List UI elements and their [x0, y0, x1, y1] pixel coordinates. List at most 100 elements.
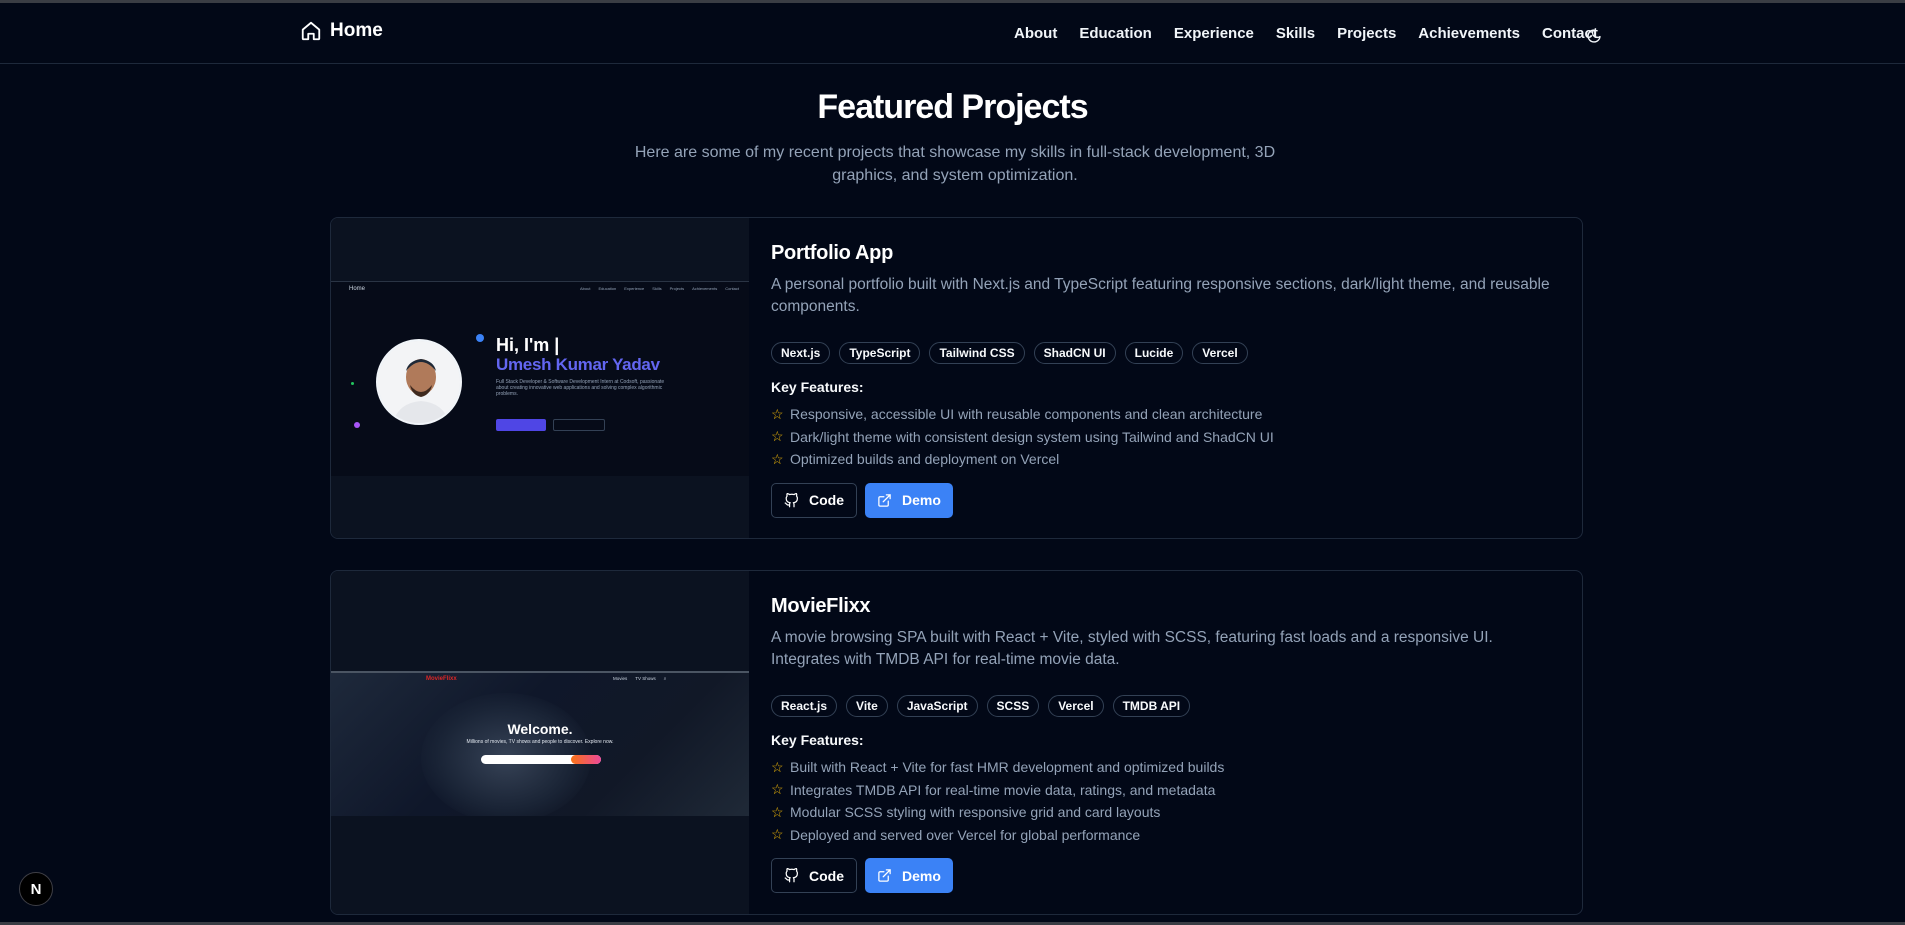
tech-tag: Vercel — [1192, 342, 1248, 364]
preview-logo: MovieFlixx — [426, 676, 457, 682]
demo-button[interactable]: Demo — [865, 482, 953, 518]
decor-dot — [476, 334, 484, 342]
preview-nav-link: Achievements — [692, 286, 718, 291]
preview-greeting: Hi, I'm | — [496, 335, 560, 355]
project-description: A personal portfolio built with Next.js … — [771, 276, 1550, 315]
project-actions: Code Demo — [771, 858, 1562, 893]
external-link-icon — [878, 869, 891, 882]
preview-nav-links: About Education Experience Skills Projec… — [580, 286, 739, 291]
decor-dot — [354, 422, 360, 428]
preview-nav-link: Experience — [624, 286, 645, 291]
star-icon: ☆ — [771, 826, 784, 843]
code-button[interactable]: Code — [771, 482, 857, 518]
section-subtitle: Here are some of my recent projects that… — [634, 144, 1276, 184]
home-link[interactable]: Home — [300, 20, 383, 42]
nav-education[interactable]: Education — [1079, 25, 1152, 42]
portfolio-screenshot: Home About Education Experience Skills P… — [331, 281, 749, 476]
preview-nav-link: Skills — [652, 286, 662, 291]
key-features-label: Key Features: — [771, 379, 864, 395]
nav-projects[interactable]: Projects — [1337, 25, 1396, 42]
project-preview: Home About Education Experience Skills P… — [331, 218, 749, 538]
star-icon: ☆ — [771, 450, 784, 467]
project-body: Portfolio App A personal portfolio built… — [771, 242, 1562, 518]
home-icon — [301, 21, 321, 41]
moon-icon[interactable] — [1586, 28, 1602, 44]
github-icon — [784, 492, 798, 507]
search-icon: ⌕ — [663, 676, 667, 681]
preview-nav-link: TV Shows — [635, 676, 656, 681]
project-card: MovieFlixx Movies TV Shows ⌕ Welcome. Mi… — [330, 570, 1583, 915]
star-icon: ☆ — [771, 803, 784, 820]
preview-blurb: Full Stack Developer & Software Developm… — [496, 379, 665, 397]
preview-nav-link: Movies — [613, 676, 628, 681]
star-icon: ☆ — [771, 405, 784, 422]
project-title: Portfolio App — [771, 242, 893, 264]
tech-tag: Vercel — [1048, 695, 1104, 717]
project-description: A movie browsing SPA built with React + … — [771, 629, 1493, 668]
preview-search-button — [571, 755, 601, 764]
feature-item: ☆ Dark/light theme with consistent design… — [771, 426, 1562, 449]
main-nav: About Education Experience Skills Projec… — [1014, 25, 1598, 42]
feature-item: ☆ Integrates TMDB API for real-time movie… — [771, 779, 1562, 802]
code-label: Code — [809, 867, 844, 884]
preview-button — [553, 419, 605, 431]
feature-text: Optimized builds and deployment on Verce… — [790, 451, 1060, 468]
preview-welcome: Welcome. — [507, 721, 573, 737]
project-title: MovieFlixx — [771, 595, 871, 617]
demo-label: Demo — [902, 867, 941, 884]
feature-list: ☆ Built with React + Vite for fast HMR de… — [771, 756, 1562, 846]
project-preview: MovieFlixx Movies TV Shows ⌕ Welcome. Mi… — [331, 571, 749, 914]
preview-nav-link: Contact — [725, 286, 739, 291]
tech-tag: Vite — [846, 695, 888, 717]
feature-text: Built with React + Vite for fast HMR dev… — [790, 759, 1225, 776]
feature-item: ☆ Deployed and served over Vercel for glo… — [771, 824, 1562, 847]
key-features-label: Key Features: — [771, 732, 864, 748]
feature-text: Responsive, accessible UI with reusable … — [790, 406, 1263, 423]
tech-tag: TMDB API — [1112, 695, 1191, 717]
preview-tagline: Millions of movies, TV shows and people … — [466, 739, 614, 745]
avatar-portrait-icon — [378, 341, 460, 423]
nav-achievements[interactable]: Achievements — [1418, 25, 1520, 42]
feature-text: Dark/light theme with consistent design … — [790, 428, 1274, 445]
tech-tag: TypeScript — [839, 342, 921, 364]
project-card: Home About Education Experience Skills P… — [330, 217, 1583, 539]
feature-item: ☆ Modular SCSS styling with responsive gr… — [771, 801, 1562, 824]
home-label: Home — [330, 20, 383, 41]
preview-brand: Home — [349, 286, 366, 292]
nav-skills[interactable]: Skills — [1276, 25, 1315, 42]
star-icon: ☆ — [771, 781, 784, 798]
avatar — [376, 339, 462, 425]
preview-nav-link: Education — [598, 286, 617, 291]
star-icon: ☆ — [771, 428, 784, 445]
feature-item: ☆ Optimized builds and deployment on Verc… — [771, 448, 1562, 471]
code-button[interactable]: Code — [771, 858, 857, 893]
tech-tag: ShadCN UI — [1033, 342, 1116, 364]
nav-about[interactable]: About — [1014, 25, 1057, 42]
feature-item: ☆ Responsive, accessible UI with reusable… — [771, 403, 1562, 426]
decor-dot — [351, 382, 354, 385]
tech-tag: Tailwind CSS — [929, 342, 1025, 364]
tech-tags: React.js Vite JavaScript SCSS Vercel TMD… — [771, 695, 1562, 717]
preview-nav-link: Projects — [669, 286, 685, 291]
feature-list: ☆ Responsive, accessible UI with reusable… — [771, 403, 1562, 471]
preview-button — [496, 419, 546, 431]
site-header: Home About Education Experience Skills P… — [0, 3, 1905, 64]
project-body: MovieFlixx A movie browsing SPA built wi… — [771, 595, 1562, 893]
feature-text: Deployed and served over Vercel for glob… — [790, 826, 1141, 843]
nav-experience[interactable]: Experience — [1174, 25, 1254, 42]
github-icon — [784, 868, 798, 883]
demo-button[interactable]: Demo — [865, 858, 953, 893]
tech-tag: Lucide — [1124, 342, 1184, 364]
tech-tag: SCSS — [986, 695, 1040, 717]
tech-tag: Next.js — [771, 342, 831, 364]
feature-text: Integrates TMDB API for real-time movie … — [790, 781, 1216, 798]
preview-nav: Home About Education Experience Skills P… — [349, 286, 739, 296]
section-title: Featured Projects — [817, 88, 1088, 126]
feature-item: ☆ Built with React + Vite for fast HMR de… — [771, 756, 1562, 779]
code-label: Code — [809, 492, 844, 508]
preview-nav-link: About — [580, 286, 591, 291]
feature-text: Modular SCSS styling with responsive gri… — [790, 804, 1161, 821]
nextjs-dev-badge[interactable]: N — [19, 872, 53, 906]
tech-tag: JavaScript — [896, 695, 978, 717]
external-link-icon — [878, 493, 891, 507]
